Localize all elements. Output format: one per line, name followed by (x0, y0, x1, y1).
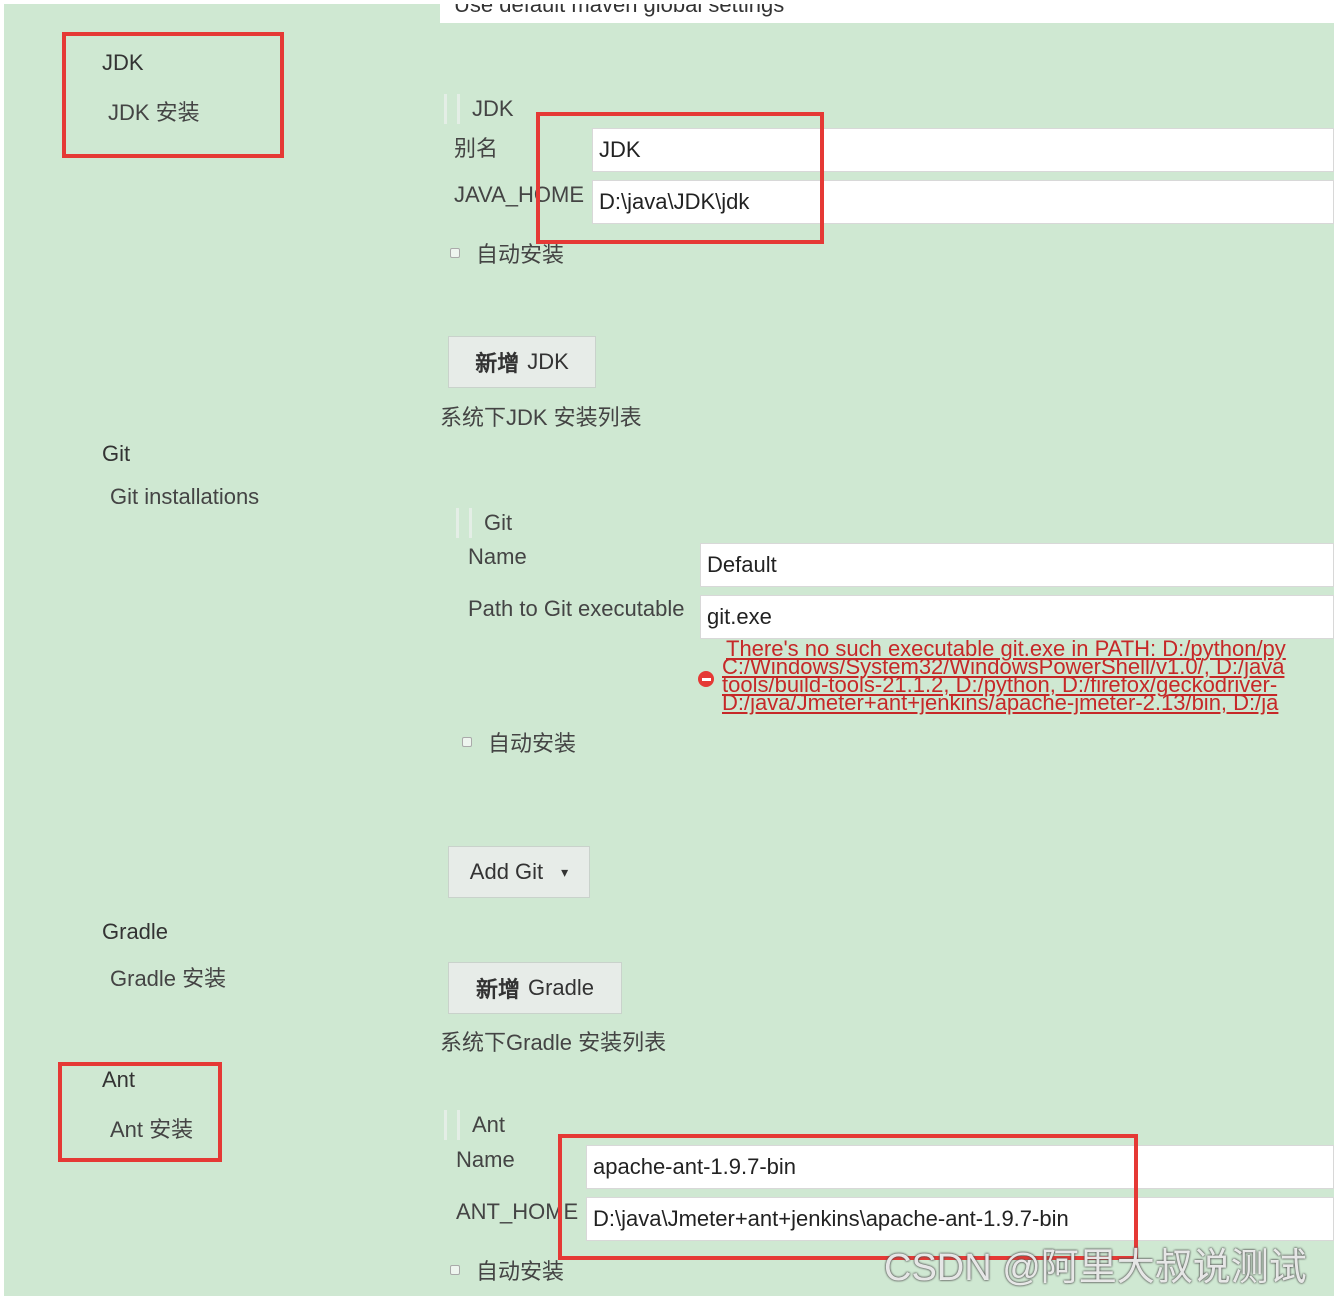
ant-auto-install[interactable]: 自动安装 (450, 1254, 564, 1286)
ant-home-input[interactable] (586, 1197, 1334, 1241)
jdk-alias-input[interactable] (592, 128, 1334, 172)
ant-home-label: ANT_HOME (456, 1199, 579, 1224)
add-jdk-button-label: JDK (527, 349, 569, 374)
maven-global-settings-text: Use default maven global settings (454, 4, 785, 17)
git-auto-install-checkbox[interactable] (462, 737, 472, 747)
add-jdk-button[interactable]: 新增 JDK (448, 336, 596, 388)
gradle-list-caption: 系统下Gradle 安装列表 (440, 1030, 667, 1055)
jdk-section-title: JDK (102, 50, 144, 75)
ant-name-input[interactable] (586, 1145, 1334, 1189)
java-home-input[interactable] (592, 180, 1334, 224)
jdk-group-title: JDK (444, 94, 514, 124)
add-gradle-button[interactable]: 新增 Gradle (448, 962, 622, 1014)
drag-handle-icon[interactable] (444, 94, 460, 124)
git-name-input[interactable] (700, 543, 1334, 587)
git-auto-install-label: 自动安装 (488, 731, 577, 756)
ant-name-label: Name (456, 1147, 515, 1172)
jdk-auto-install[interactable]: 自动安装 (450, 237, 564, 269)
jdk-auto-install-checkbox[interactable] (450, 248, 460, 258)
git-error-text: There's no such executable git.exe in PA… (722, 640, 1286, 718)
ant-group-title: Ant (444, 1110, 505, 1140)
drag-handle-icon[interactable] (456, 508, 472, 538)
maven-global-settings-select[interactable]: Use default maven global settings (440, 4, 1334, 23)
jdk-auto-install-label: 自动安装 (476, 242, 565, 267)
git-error-message: There's no such executable git.exe in PA… (698, 640, 1334, 718)
git-path-label: Path to Git executable (468, 596, 685, 621)
git-section-title: Git (102, 441, 131, 466)
gradle-section-title: Gradle (102, 919, 169, 944)
add-gradle-button-label: Gradle (527, 975, 595, 1000)
gradle-section-subtitle: Gradle 安装 (110, 966, 227, 991)
jdk-group-title-text: JDK (472, 96, 514, 121)
add-git-button[interactable]: Add Git ▾ (448, 846, 590, 898)
add-git-button-label: Add Git (469, 859, 544, 884)
drag-handle-icon[interactable] (444, 1110, 460, 1140)
ant-section-subtitle: Ant 安装 (110, 1117, 194, 1142)
ant-group-title-text: Ant (472, 1112, 506, 1137)
chevron-down-icon: ▾ (561, 863, 569, 880)
git-auto-install[interactable]: 自动安装 (462, 726, 576, 758)
git-group-title: Git (456, 508, 512, 538)
git-path-input[interactable] (700, 595, 1334, 639)
watermark: CSDN @阿里大叔说测试 (884, 1247, 1307, 1289)
add-gradle-button-prefix: 新增 (475, 977, 520, 1002)
java-home-label: JAVA_HOME (454, 182, 584, 207)
git-section-subtitle: Git installations (110, 484, 260, 509)
jdk-alias-label: 别名 (454, 136, 499, 161)
jdk-list-caption: 系统下JDK 安装列表 (440, 405, 642, 430)
jdk-section-subtitle: JDK 安装 (108, 100, 200, 125)
ant-section-title: Ant (102, 1067, 136, 1092)
git-name-label: Name (468, 544, 527, 569)
ant-auto-install-checkbox[interactable] (450, 1265, 460, 1275)
add-jdk-button-prefix: 新增 (475, 351, 520, 376)
git-error-line: D:/java/Jmeter+ant+jenkins/apache-jmeter… (722, 690, 1279, 715)
ant-auto-install-label: 自动安装 (476, 1259, 565, 1284)
error-icon (698, 671, 714, 687)
configuration-page: Use default maven global settings JDK JD… (4, 4, 1334, 1296)
git-group-title-text: Git (484, 510, 513, 535)
